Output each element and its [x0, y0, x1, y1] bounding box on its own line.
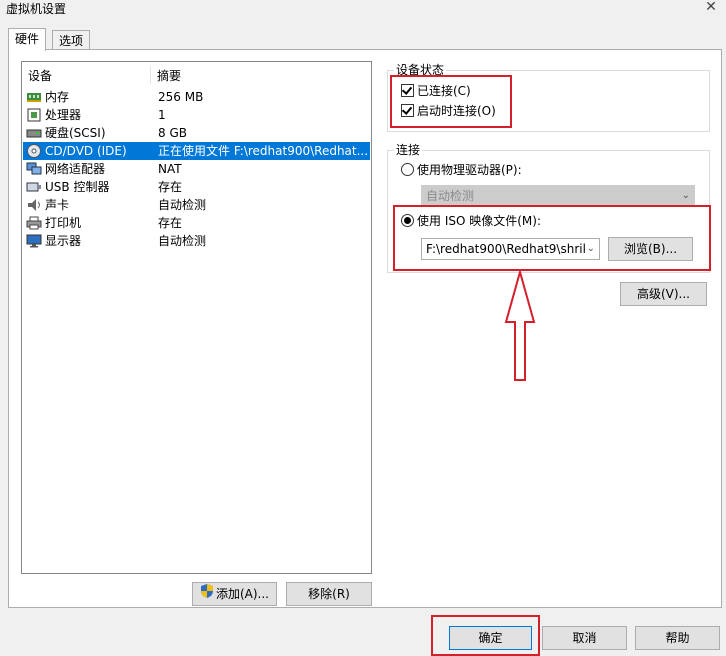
device-summary: 存在 [158, 216, 183, 230]
annotation-box-ok [431, 615, 540, 656]
table-row-selected[interactable]: CD/DVD (IDE) 正在使用文件 F:\redhat900\Redhat.… [23, 142, 370, 160]
annotation-arrow-up-icon [504, 270, 536, 381]
device-name: 网络适配器 [45, 162, 106, 176]
device-summary: 自动检测 [158, 198, 207, 212]
device-name: 硬盘(SCSI) [45, 126, 106, 140]
printer-icon [26, 216, 42, 230]
table-row[interactable]: 处理器 1 [23, 106, 370, 124]
network-icon [26, 162, 42, 176]
display-icon [26, 234, 42, 248]
table-row[interactable]: 打印机 存在 [23, 214, 370, 232]
device-name: 内存 [45, 90, 70, 104]
cancel-button[interactable]: 取消 [542, 626, 627, 650]
column-header-summary[interactable]: 摘要 [150, 66, 181, 84]
physical-drive-radio[interactable] [401, 163, 414, 176]
connection-label: 连接 [394, 141, 423, 158]
physical-drive-value: 自动检测 [426, 189, 475, 203]
physical-drive-select: 自动检测 ⌄ [421, 185, 695, 207]
sound-icon [26, 198, 42, 212]
column-header-device[interactable]: 设备 [28, 66, 52, 86]
device-summary: 8 GB [158, 126, 187, 140]
table-row[interactable]: 网络适配器 NAT [23, 160, 370, 178]
device-name: 打印机 [45, 216, 82, 230]
device-summary: 256 MB [158, 90, 204, 104]
device-name: USB 控制器 [45, 180, 110, 194]
device-summary: 正在使用文件 F:\redhat900\Redhat... [158, 144, 368, 158]
table-row[interactable]: 显示器 自动检测 [23, 232, 370, 250]
memory-icon [26, 90, 42, 104]
device-name: CD/DVD (IDE) [45, 144, 127, 158]
chevron-down-icon: ⌄ [681, 190, 690, 201]
physical-drive-label[interactable]: 使用物理驱动器(P): [417, 161, 522, 178]
device-list[interactable]: 设备 摘要 内存 256 MB 处理器 1 硬盘(SCSI) 8 GB CD/D… [21, 61, 372, 574]
table-row[interactable]: 硬盘(SCSI) 8 GB [23, 124, 370, 142]
table-row[interactable]: 声卡 自动检测 [23, 196, 370, 214]
help-button[interactable]: 帮助 [635, 626, 720, 650]
add-button-label: 添加(A)... [215, 587, 270, 601]
device-name: 处理器 [45, 108, 82, 122]
tab-options[interactable]: 选项 [52, 30, 91, 51]
tab-hardware[interactable]: 硬件 [8, 28, 47, 51]
cdrom-icon [26, 144, 42, 158]
annotation-box-iso [393, 205, 711, 271]
remove-device-button[interactable]: 移除(R) [286, 582, 372, 606]
device-summary: 存在 [158, 180, 183, 194]
device-name: 显示器 [45, 234, 82, 248]
device-summary: NAT [158, 162, 182, 176]
harddisk-icon [26, 126, 42, 140]
shield-icon [200, 583, 214, 606]
table-row[interactable]: USB 控制器 存在 [23, 178, 370, 196]
window-title: 虚拟机设置 [6, 2, 67, 16]
device-name: 声卡 [45, 198, 70, 212]
annotation-box-status [390, 75, 512, 128]
close-icon[interactable]: ✕ [704, 0, 718, 14]
device-summary: 自动检测 [158, 234, 207, 248]
device-summary: 1 [158, 108, 166, 122]
add-device-button[interactable]: 添加(A)... [192, 582, 277, 606]
usb-icon [26, 180, 42, 194]
processor-icon [26, 108, 42, 122]
table-row[interactable]: 内存 256 MB [23, 88, 370, 106]
advanced-button[interactable]: 高级(V)... [620, 282, 707, 306]
